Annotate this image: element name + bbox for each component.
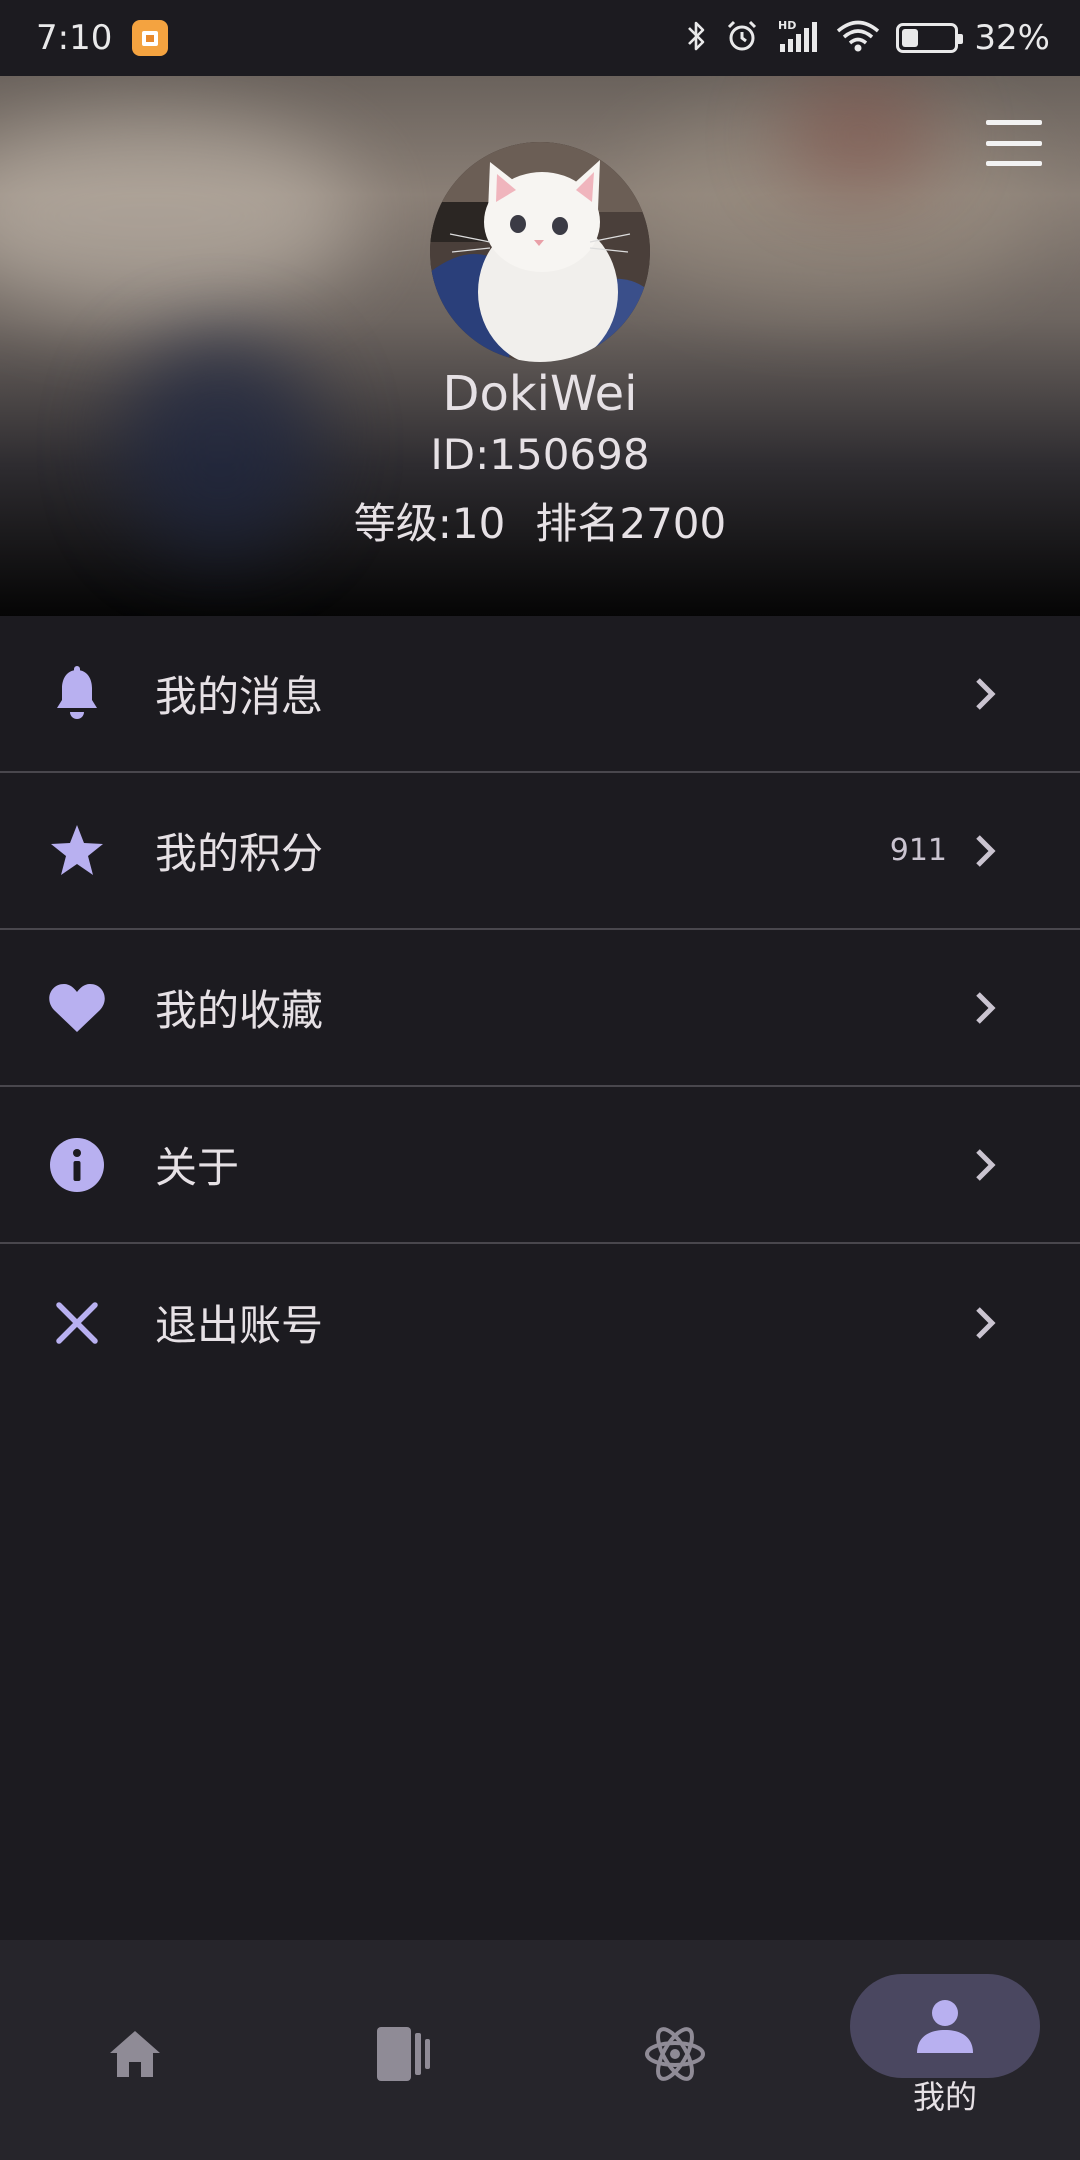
bell-icon (48, 665, 106, 723)
person-icon (917, 2000, 973, 2053)
menu-item-label: 我的消息 (155, 672, 324, 721)
user-stats: 等级:10 排名2700 (0, 490, 1080, 551)
hd-signal-icon: HD (776, 18, 820, 58)
chevron-right-icon (976, 834, 996, 867)
profile-menu-list: 我的消息 我的积分 911 我的收藏 关于 退出账号 (0, 616, 1080, 1401)
menu-item-messages[interactable]: 我的消息 (0, 616, 1080, 773)
nav-item-explore[interactable] (540, 1940, 810, 2160)
menu-item-label: 退出账号 (155, 1301, 324, 1350)
close-icon (48, 1294, 106, 1352)
profile-header: DokiWei ID:150698 等级:10 排名2700 (0, 76, 1080, 616)
home-icon (110, 2031, 160, 2077)
menu-item-label: 我的收藏 (155, 986, 324, 1035)
menu-item-favorites[interactable]: 我的收藏 (0, 930, 1080, 1087)
nav-active-indicator (850, 1974, 1040, 2078)
status-bar: 7:10 HD 32% (0, 0, 1080, 76)
nav-item-cards[interactable] (270, 1940, 540, 2160)
username: DokiWei (442, 366, 638, 422)
chevron-right-icon (976, 677, 996, 710)
cards-icon (377, 2027, 430, 2081)
points-value: 911 (889, 833, 947, 868)
menu-item-logout[interactable]: 退出账号 (0, 1244, 1080, 1401)
nav-icon-container (580, 2002, 770, 2106)
avatar[interactable] (430, 142, 650, 362)
wifi-icon (836, 18, 880, 58)
menu-line (986, 140, 1042, 146)
svg-text:HD: HD (778, 19, 796, 32)
user-id: ID:150698 (430, 430, 650, 479)
menu-line (986, 161, 1042, 166)
background-blur (780, 76, 940, 196)
atom-icon (645, 2027, 705, 2081)
battery-level (902, 29, 919, 47)
star-icon (48, 822, 106, 880)
info-icon (48, 1136, 106, 1194)
chevron-right-icon (976, 991, 996, 1024)
menu-item-about[interactable]: 关于 (0, 1087, 1080, 1244)
nav-icon-container (310, 2002, 500, 2106)
user-level: 等级:10 (353, 499, 506, 548)
bluetooth-icon (684, 18, 708, 58)
background-blur (0, 116, 360, 316)
alarm-icon (724, 18, 760, 58)
menu-line (986, 120, 1042, 125)
battery-percent: 32% (974, 18, 1050, 58)
menu-item-points[interactable]: 我的积分 911 (0, 773, 1080, 930)
kitten-image (430, 142, 650, 362)
heart-icon (48, 979, 106, 1037)
nav-icon-container (40, 2002, 230, 2106)
chevron-right-icon (976, 1148, 996, 1181)
app-notification-icon (132, 20, 169, 56)
menu-item-label: 我的积分 (155, 829, 324, 878)
battery-icon (896, 23, 964, 53)
nav-item-mine[interactable]: 我的 (810, 1940, 1080, 2160)
hamburger-menu-button[interactable] (986, 120, 1042, 166)
menu-item-label: 关于 (155, 1143, 240, 1192)
nav-item-home[interactable] (0, 1940, 270, 2160)
bottom-navigation: 我的 (0, 1940, 1080, 2160)
status-time: 7:10 (36, 18, 113, 58)
nav-label-mine: 我的 (912, 2078, 977, 2116)
chevron-right-icon (976, 1306, 996, 1339)
user-rank: 排名2700 (535, 499, 727, 548)
